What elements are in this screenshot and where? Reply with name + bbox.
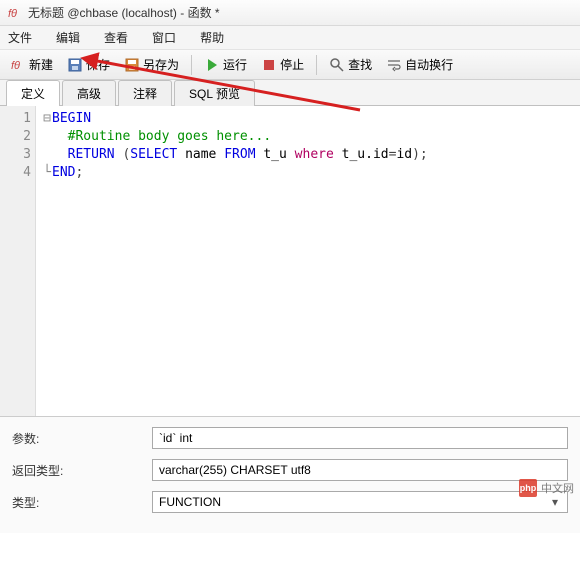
function-icon: fθ [10,57,26,73]
tabbar: 定义 高级 注释 SQL 预览 [0,80,580,106]
properties-panel: 参数: 返回类型: 类型: FUNCTION ▾ [0,416,580,533]
code-editor[interactable]: 1 2 3 4 ⊟BEGIN #Routine body goes here..… [0,106,580,416]
toolbar-separator [316,55,317,75]
tab-sqlpreview[interactable]: SQL 预览 [174,80,255,106]
line-gutter: 1 2 3 4 [0,106,36,416]
type-label: 类型: [12,494,152,511]
code-keyword: where [295,147,334,162]
toolbar: fθ 新建 保存 另存为 运行 停止 查找 自 [0,50,580,80]
wrap-button[interactable]: 自动换行 [380,53,459,76]
returntype-input[interactable] [152,459,568,481]
code-ident: name [177,147,224,162]
code-keyword: BEGIN [52,111,91,126]
wrap-label: 自动换行 [405,56,453,73]
watermark: php 中文网 [519,479,574,497]
saveas-label: 另存为 [143,56,179,73]
watermark-logo: php [519,479,537,497]
play-icon [204,57,220,73]
line-number: 1 [0,110,31,128]
type-select[interactable]: FUNCTION ▾ [152,491,568,513]
stop-icon [261,57,277,73]
svg-text:fθ: fθ [8,8,17,20]
line-number: 4 [0,164,31,182]
save-icon [67,57,83,73]
code-keyword: RETURN [52,147,122,162]
titlebar: fθ 无标题 @chbase (localhost) - 函数 * [0,0,580,26]
menu-edit[interactable]: 编辑 [56,29,80,46]
tab-comment[interactable]: 注释 [118,80,172,106]
window-title: 无标题 @chbase (localhost) - 函数 * [28,4,220,21]
stop-button[interactable]: 停止 [255,53,310,76]
code-op: ; [420,147,428,162]
menu-file[interactable]: 文件 [8,29,32,46]
code-ident: t_u.id [334,147,389,162]
code-op: ) [412,147,420,162]
saveas-button[interactable]: 另存为 [118,53,185,76]
params-label: 参数: [12,430,152,447]
returntype-label: 返回类型: [12,462,152,479]
menu-window[interactable]: 窗口 [152,29,176,46]
toolbar-separator [191,55,192,75]
new-label: 新建 [29,56,53,73]
type-row: 类型: FUNCTION ▾ [12,491,568,513]
code-keyword: END [52,165,75,180]
chevron-down-icon: ▾ [547,495,563,509]
find-button[interactable]: 查找 [323,53,378,76]
function-app-icon: fθ [6,5,22,21]
code-comment: #Routine body goes here... [52,129,271,144]
menu-view[interactable]: 查看 [104,29,128,46]
find-label: 查找 [348,56,372,73]
wrap-icon [386,57,402,73]
stop-label: 停止 [280,56,304,73]
tab-define[interactable]: 定义 [6,80,60,106]
line-number: 3 [0,146,31,164]
code-ident: id [396,147,412,162]
params-row: 参数: [12,427,568,449]
code-area[interactable]: ⊟BEGIN #Routine body goes here... RETURN… [36,106,580,416]
fold-icon[interactable]: ⊟ [42,110,52,128]
fold-end-icon: └ [42,164,52,182]
returntype-row: 返回类型: [12,459,568,481]
line-number: 2 [0,128,31,146]
saveas-icon [124,57,140,73]
code-ident: t_u [256,147,295,162]
code-keyword: FROM [224,147,255,162]
save-button[interactable]: 保存 [61,53,116,76]
new-button[interactable]: fθ 新建 [4,53,59,76]
run-button[interactable]: 运行 [198,53,253,76]
code-keyword: SELECT [130,147,177,162]
menubar: 文件 编辑 查看 窗口 帮助 [0,26,580,50]
code-op: ; [75,165,83,180]
svg-text:fθ: fθ [11,60,20,72]
run-label: 运行 [223,56,247,73]
save-label: 保存 [86,56,110,73]
params-input[interactable] [152,427,568,449]
type-select-value: FUNCTION [159,495,221,509]
search-icon [329,57,345,73]
tab-advanced[interactable]: 高级 [62,80,116,106]
watermark-text: 中文网 [541,480,574,496]
menu-help[interactable]: 帮助 [200,29,224,46]
